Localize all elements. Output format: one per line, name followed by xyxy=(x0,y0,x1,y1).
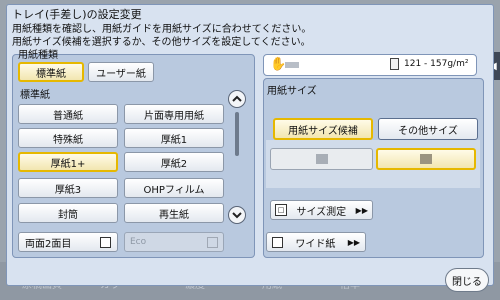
blurred-size-label xyxy=(420,154,432,164)
paper-single-side-button[interactable]: 片面専用用紙 xyxy=(124,104,224,124)
paper-envelope-button[interactable]: 封筒 xyxy=(18,203,118,223)
tab-size-candidates[interactable]: 用紙サイズ候補 xyxy=(273,118,373,140)
ruler-icon: □ xyxy=(275,204,287,216)
checkbox-icon xyxy=(100,236,111,248)
blurred-size-label xyxy=(315,154,328,164)
standard-paper-group-label: 標準紙 xyxy=(20,90,50,101)
eco-label: Eco xyxy=(130,237,147,247)
paper-thick1-button[interactable]: 厚紙1 xyxy=(124,128,224,148)
scroll-down-button[interactable] xyxy=(228,206,246,224)
eco-button[interactable]: Eco xyxy=(124,232,224,252)
chevron-up-icon xyxy=(232,95,242,102)
paper-sheet-icon xyxy=(390,58,399,70)
scroll-up-button[interactable] xyxy=(228,90,246,108)
tab-standard-paper[interactable]: 標準紙 xyxy=(18,62,84,82)
duplex-label: 両面2面目 xyxy=(25,238,72,250)
paper-recycled-button[interactable]: 再生紙 xyxy=(124,203,224,223)
size-measure-label: サイズ測定 xyxy=(296,206,347,218)
wide-paper-label: ワイド紙 xyxy=(295,238,336,250)
chevron-down-icon xyxy=(232,212,242,219)
paper-thick2-button[interactable]: 厚紙2 xyxy=(124,152,224,172)
double-right-arrow-icon: ▶▶ xyxy=(355,205,368,215)
paper-weight-range: 121 - 157g/m² xyxy=(404,59,469,69)
paper-thick3-button[interactable]: 厚紙3 xyxy=(18,178,118,198)
paper-size-label: 用紙サイズ xyxy=(267,86,317,97)
paper-thick1-plus-button[interactable]: 厚紙1+ xyxy=(18,152,118,172)
wide-paper-button[interactable]: ワイド紙 ▶▶ xyxy=(266,232,366,252)
hand-icon: ✋ xyxy=(270,57,287,72)
blurred-status-text xyxy=(285,62,299,68)
size-candidate-1[interactable] xyxy=(270,148,373,170)
checkbox-icon xyxy=(207,236,218,248)
tab-user-paper[interactable]: ユーザー紙 xyxy=(88,62,154,82)
size-candidate-2[interactable] xyxy=(376,148,476,170)
paper-type-label: 用紙種類 xyxy=(18,50,58,61)
paper-special-button[interactable]: 特殊紙 xyxy=(18,128,118,148)
tab-other-size[interactable]: その他サイズ xyxy=(378,118,478,140)
scrollbar[interactable] xyxy=(235,112,239,156)
paper-ohp-button[interactable]: OHPフィルム xyxy=(124,178,224,198)
size-measure-button[interactable]: □ サイズ測定 ▶▶ xyxy=(270,200,373,220)
double-right-arrow-icon: ▶▶ xyxy=(347,237,360,247)
checkbox-icon xyxy=(272,236,283,248)
duplex-second-side-button[interactable]: 両面2面目 xyxy=(18,232,118,252)
paper-plain-button[interactable]: 普通紙 xyxy=(18,104,118,124)
close-button[interactable]: 閉じる xyxy=(445,268,489,292)
